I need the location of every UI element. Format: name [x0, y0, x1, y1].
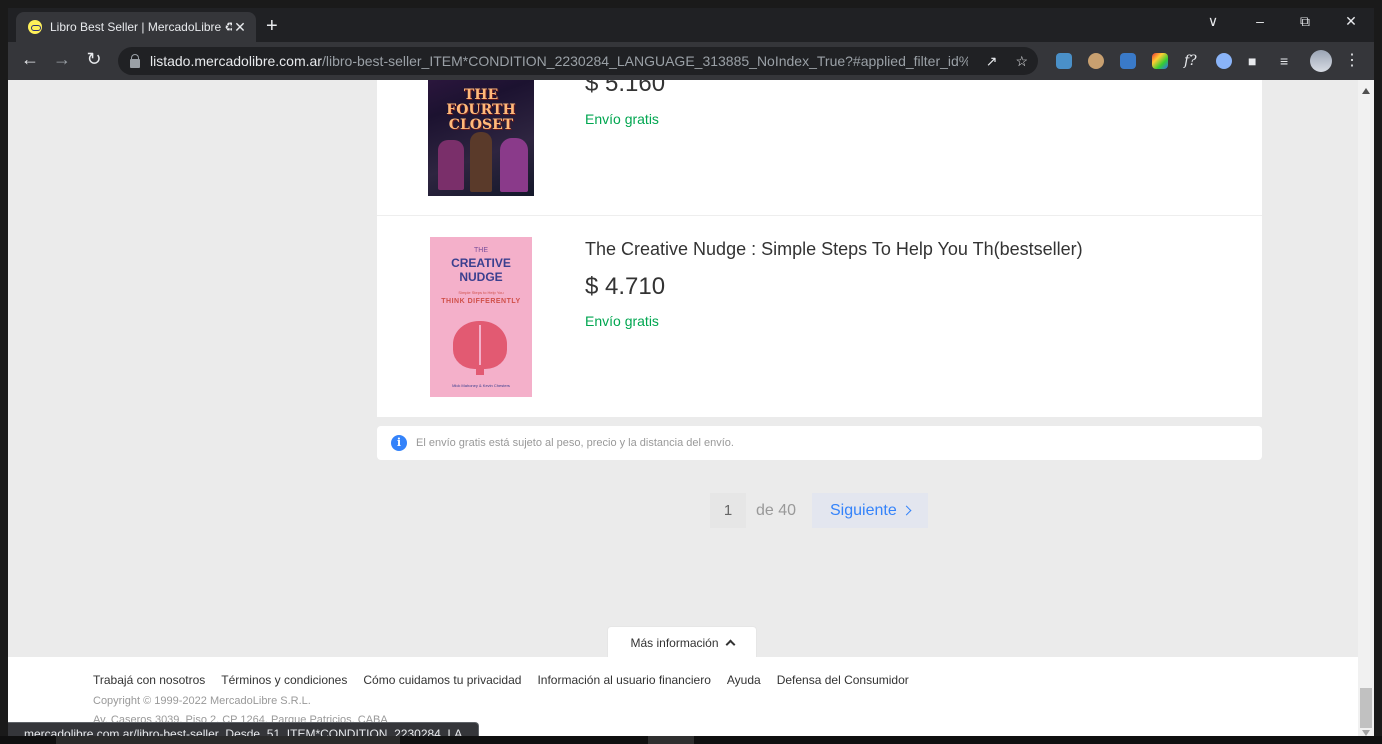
shipping-note-text: El envío gratis está sujeto al peso, pre… [416, 437, 734, 449]
pagination-current-page[interactable]: 1 [710, 493, 746, 528]
page-content: THE FOURTH CLOSET $ 5.160 Envío gratis T… [8, 80, 1358, 744]
color-picker-extension-icon[interactable] [1152, 53, 1168, 69]
browser-window: Libro Best Seller | MercadoLibre ♻ ✕ + ∨… [8, 8, 1374, 744]
scroll-up-icon[interactable] [1362, 88, 1370, 94]
minimize-button[interactable]: – [1245, 13, 1275, 29]
browser-toolbar: ← → ↻ listado.mercadolibre.com.ar/libro-… [8, 42, 1374, 80]
new-tab-button[interactable]: + [266, 14, 278, 38]
lock-icon [130, 53, 140, 68]
font-extension-icon[interactable]: f? [1184, 53, 1200, 69]
item-shipping: Envío gratis [585, 111, 659, 127]
os-taskbar [0, 736, 1382, 744]
footer-link-privacidad[interactable]: Cómo cuidamos tu privacidad [363, 673, 521, 687]
footer-link-trabaja[interactable]: Trabajá con nosotros [93, 673, 205, 687]
list-item[interactable]: THE FOURTH CLOSET $ 5.160 Envío gratis [377, 80, 1262, 216]
react-devtools-extension-icon[interactable] [1056, 53, 1072, 69]
tab-strip: Libro Best Seller | MercadoLibre ♻ ✕ + ∨… [8, 8, 1374, 42]
more-info-toggle[interactable]: Más información [607, 626, 757, 658]
close-window-button[interactable]: ✕ [1336, 13, 1366, 30]
tab-mercadolibre[interactable]: Libro Best Seller | MercadoLibre ♻ ✕ [16, 12, 256, 42]
back-icon[interactable]: ← [18, 49, 42, 70]
scrollbar-thumb[interactable] [1360, 688, 1372, 728]
chevron-up-icon [725, 639, 735, 650]
next-page-button[interactable]: Siguiente [812, 493, 928, 528]
browser-menu-icon[interactable]: ⋮ [1344, 53, 1360, 69]
mercadolibre-favicon-icon [28, 20, 42, 34]
shipping-note: i El envío gratis está sujeto al peso, p… [377, 426, 1262, 460]
url-text: listado.mercadolibre.com.ar/libro-best-s… [150, 53, 968, 69]
page-scrollbar[interactable] [1358, 80, 1374, 744]
tab-title: Libro Best Seller | MercadoLibre ♻ [50, 20, 232, 34]
item-price: $ 5.160 [585, 80, 666, 97]
tab-close-icon[interactable]: ✕ [232, 19, 248, 36]
list-item[interactable]: THE CREATIVE NUDGE Simple Steps to Help … [377, 217, 1262, 417]
footer-link-terminos[interactable]: Términos y condiciones [221, 673, 347, 687]
tab-search-icon[interactable]: ∨ [1198, 13, 1228, 30]
book-cover-text: THE FOURTH CLOSET [446, 87, 516, 133]
item-shipping: Envío gratis [585, 313, 659, 329]
bookmark-star-icon[interactable]: ☆ [1015, 53, 1028, 70]
chevron-right-icon [901, 505, 912, 516]
footer-link-financiero[interactable]: Información al usuario financiero [537, 673, 710, 687]
footer-links: Trabajá con nosotros Términos y condicio… [93, 673, 925, 687]
extension-icon[interactable] [1216, 53, 1232, 69]
footer-link-ayuda[interactable]: Ayuda [727, 673, 761, 687]
reading-list-icon[interactable]: ≡ [1280, 53, 1296, 69]
results-list: THE FOURTH CLOSET $ 5.160 Envío gratis T… [377, 80, 1262, 417]
copyright-text: Copyright © 1999-2022 MercadoLibre S.R.L… [93, 695, 311, 707]
address-bar[interactable]: listado.mercadolibre.com.ar/libro-best-s… [118, 47, 1038, 75]
reload-icon[interactable]: ↻ [82, 49, 106, 70]
info-icon: i [391, 435, 407, 451]
forward-icon[interactable]: → [50, 49, 74, 70]
restore-button[interactable]: ⧉ [1290, 13, 1320, 30]
book-cover-image[interactable]: THE FOURTH CLOSET [428, 80, 534, 196]
item-title[interactable]: The Creative Nudge : Simple Steps To Hel… [585, 239, 1083, 260]
item-price: $ 4.710 [585, 273, 666, 300]
extension-icon[interactable] [1088, 53, 1104, 69]
pagination-total: de 40 [756, 502, 797, 519]
footer-link-consumidor[interactable]: Defensa del Consumidor [777, 673, 909, 687]
extensions-puzzle-icon[interactable]: ■ [1248, 53, 1264, 69]
extension-icon[interactable] [1120, 53, 1136, 69]
profile-avatar[interactable] [1310, 50, 1332, 72]
book-cover-image[interactable]: THE CREATIVE NUDGE Simple Steps to Help … [430, 237, 532, 397]
share-icon[interactable]: ↗ [986, 53, 998, 70]
brain-illustration [453, 321, 507, 369]
